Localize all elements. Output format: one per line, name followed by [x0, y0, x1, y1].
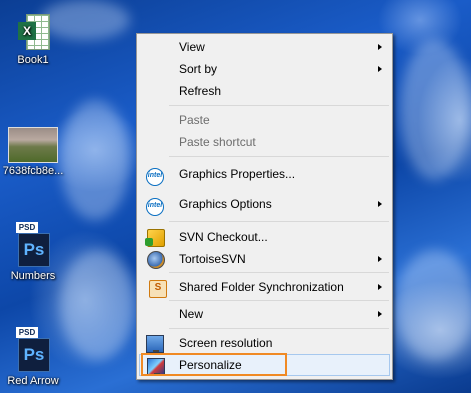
- menu-item-shared-folder-sync[interactable]: S Shared Folder Synchronization: [139, 276, 390, 298]
- menu-item-refresh[interactable]: Refresh: [139, 80, 390, 102]
- menu-item-graphics-properties[interactable]: intel Graphics Properties...: [139, 163, 390, 186]
- submenu-arrow-icon: [378, 256, 382, 262]
- shared-folder-icon: S: [149, 280, 167, 298]
- excel-file-icon: X: [18, 12, 50, 52]
- menu-item-svn-checkout[interactable]: SVN Checkout...: [139, 226, 390, 248]
- menu-item-sort-by[interactable]: Sort by: [139, 58, 390, 80]
- menu-item-paste-shortcut[interactable]: Paste shortcut: [139, 131, 390, 153]
- tortoisesvn-icon: [147, 251, 165, 269]
- photoshop-file-icon: PSD Ps: [16, 327, 50, 373]
- submenu-arrow-icon: [378, 311, 382, 317]
- menu-item-paste[interactable]: Paste: [139, 109, 390, 131]
- menu-item-view[interactable]: View: [139, 36, 390, 58]
- screen-resolution-icon: [146, 335, 164, 353]
- menu-item-screen-resolution[interactable]: Screen resolution: [139, 332, 390, 354]
- desktop-icon-red-arrow[interactable]: PSD Ps Red Arrow: [0, 327, 66, 387]
- submenu-arrow-icon: [378, 284, 382, 290]
- ps-glyph: Ps: [18, 338, 50, 372]
- menu-item-label: Sort by: [179, 62, 218, 76]
- svn-checkout-icon: [145, 229, 165, 247]
- menu-item-tortoisesvn[interactable]: TortoiseSVN: [139, 248, 390, 270]
- menu-item-label: View: [179, 40, 205, 54]
- desktop-icon-book1[interactable]: X Book1: [0, 12, 66, 66]
- menu-separator: [169, 156, 389, 157]
- desktop[interactable]: X Book1 7638fcb8e... PSD Ps Numbers PSD …: [0, 0, 471, 393]
- menu-item-label: Paste: [179, 113, 210, 127]
- desktop-icon-label: Red Arrow: [7, 375, 59, 387]
- menu-item-label: New: [179, 307, 204, 321]
- menu-separator: [169, 300, 389, 301]
- desktop-icon-label: Book1: [17, 54, 49, 66]
- menu-separator: [169, 105, 389, 106]
- submenu-arrow-icon: [378, 201, 382, 207]
- menu-separator: [169, 328, 389, 329]
- intel-icon: intel: [146, 168, 164, 186]
- desktop-icon-image[interactable]: 7638fcb8e...: [0, 127, 66, 177]
- menu-separator: [169, 272, 389, 273]
- photoshop-file-icon: PSD Ps: [16, 222, 50, 268]
- menu-item-label: Shared Folder Synchronization: [179, 280, 344, 294]
- intel-icon: intel: [146, 198, 164, 216]
- menu-item-label: Graphics Properties...: [179, 167, 296, 181]
- submenu-arrow-icon: [378, 66, 382, 72]
- frost-decoration: [60, 100, 130, 220]
- menu-item-new[interactable]: New: [139, 303, 390, 325]
- frost-decoration: [400, 40, 470, 180]
- desktop-icon-label: Numbers: [10, 270, 56, 282]
- menu-item-graphics-options[interactable]: intel Graphics Options: [139, 193, 390, 216]
- menu-item-label: TortoiseSVN: [179, 252, 246, 266]
- menu-separator: [169, 221, 389, 222]
- psd-tag: PSD: [16, 222, 38, 233]
- menu-item-label: SVN Checkout...: [179, 230, 268, 244]
- excel-badge: X: [18, 22, 36, 40]
- annotation-highlight-box: [141, 353, 287, 376]
- menu-item-label: Refresh: [179, 84, 222, 98]
- ps-glyph: Ps: [18, 233, 50, 267]
- frost-decoration: [60, 250, 135, 360]
- submenu-arrow-icon: [378, 44, 382, 50]
- desktop-icon-label: 7638fcb8e...: [2, 165, 64, 177]
- frost-decoration: [395, 250, 471, 360]
- psd-tag: PSD: [16, 327, 38, 338]
- menu-item-label: Screen resolution: [179, 336, 273, 350]
- desktop-icon-numbers[interactable]: PSD Ps Numbers: [0, 222, 66, 282]
- menu-item-label: Graphics Options: [179, 197, 272, 211]
- image-thumbnail-icon: [8, 127, 58, 163]
- menu-item-label: Paste shortcut: [179, 135, 256, 149]
- desktop-context-menu: View Sort by Refresh Paste Paste shortcu…: [136, 33, 393, 380]
